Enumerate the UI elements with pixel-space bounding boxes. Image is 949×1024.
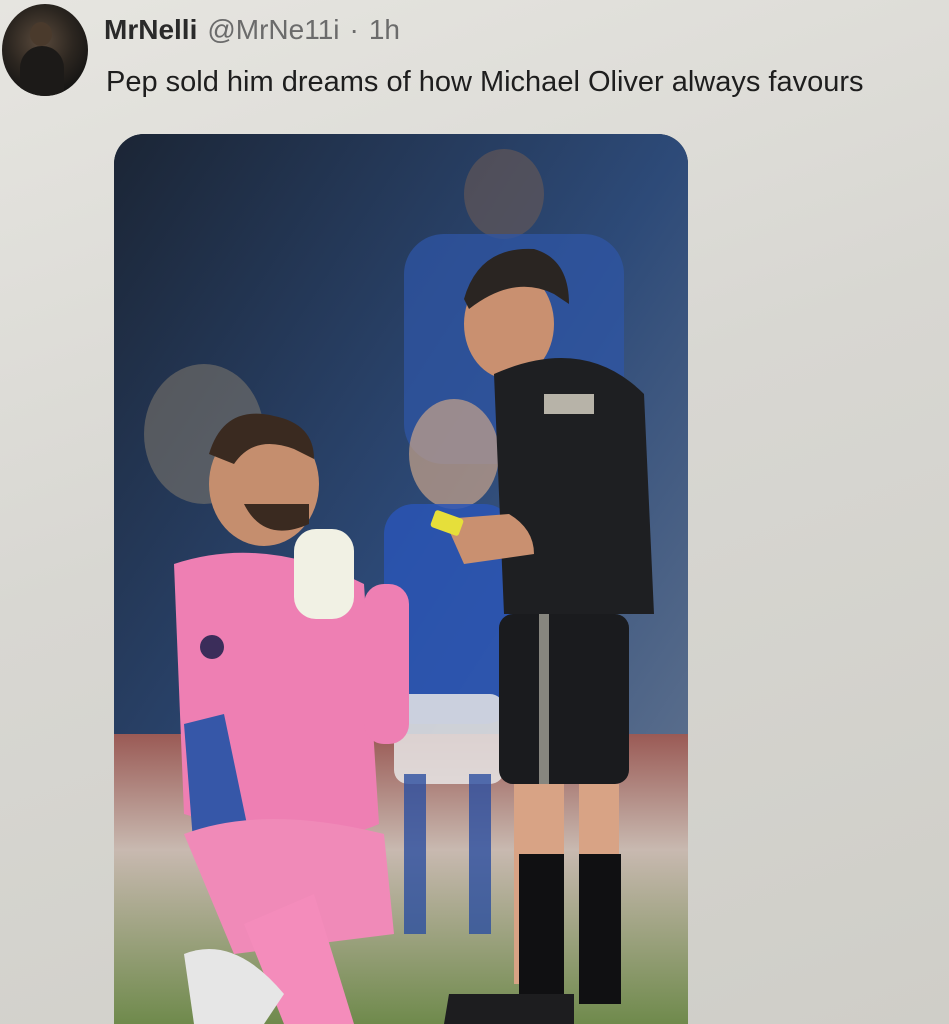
avatar[interactable]	[2, 4, 88, 96]
avatar-body	[20, 46, 64, 96]
avatar-head	[30, 22, 52, 46]
tweet-text: Pep sold him dreams of how Michael Olive…	[106, 66, 864, 98]
photo-illustration	[114, 134, 688, 1024]
tweet-card[interactable]: MrNelli @MrNe11i · 1h Pep sold him dream…	[0, 0, 949, 1024]
author-name[interactable]: MrNelli	[104, 14, 197, 46]
separator-dot: ·	[349, 14, 359, 45]
tweet-media-photo[interactable]	[114, 134, 688, 1024]
timestamp[interactable]: 1h	[369, 14, 400, 46]
monitor-screen: MrNelli @MrNe11i · 1h Pep sold him dream…	[0, 0, 949, 1024]
tweet-header: MrNelli @MrNe11i · 1h	[104, 14, 400, 54]
author-handle[interactable]: @MrNe11i	[207, 14, 339, 46]
